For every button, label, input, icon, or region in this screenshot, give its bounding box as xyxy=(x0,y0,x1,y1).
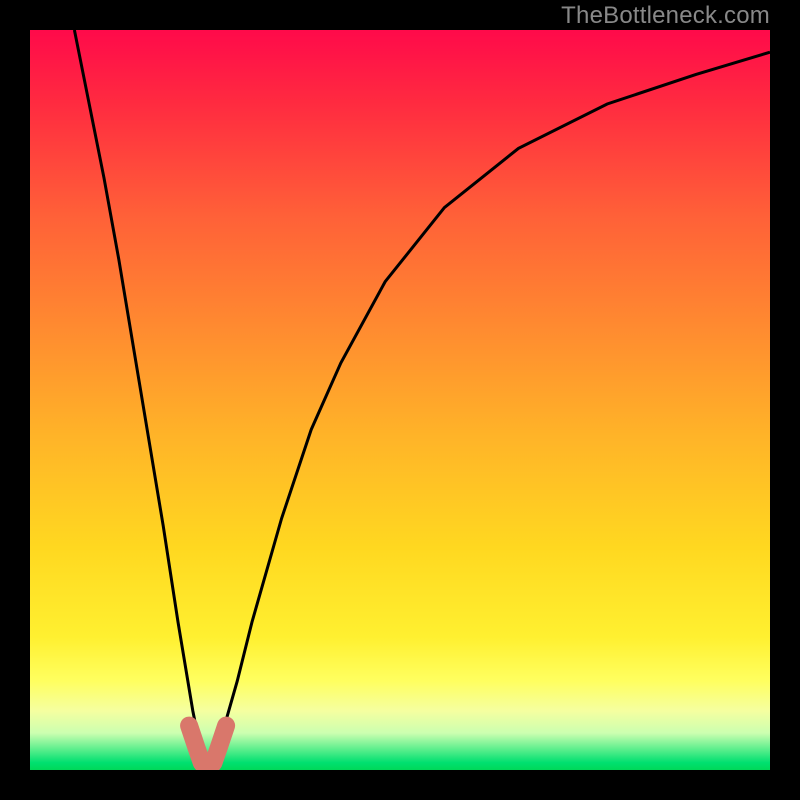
plot-area xyxy=(30,30,770,770)
min-marker xyxy=(189,726,226,770)
bottleneck-curve xyxy=(74,30,770,770)
chart-frame: TheBottleneck.com xyxy=(0,0,800,800)
attribution-watermark: TheBottleneck.com xyxy=(561,2,770,30)
curve-layer xyxy=(30,30,770,770)
